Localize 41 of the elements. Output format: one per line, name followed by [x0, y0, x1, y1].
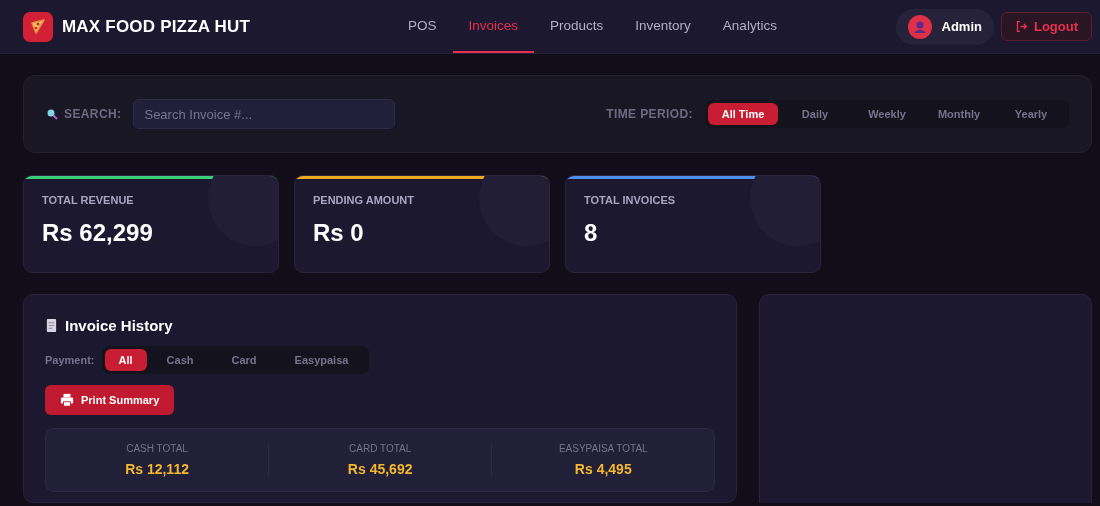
total-value: Rs 45,692: [346, 461, 414, 477]
payment-option[interactable]: Card: [213, 349, 275, 371]
nav-tab[interactable]: Products: [534, 0, 620, 53]
logout-icon: [1014, 20, 1028, 33]
stat-value: Rs 0: [313, 219, 365, 247]
total-value: Rs 4,495: [573, 461, 633, 477]
logout-button[interactable]: Logout: [1000, 12, 1092, 41]
receipt-icon: [45, 318, 58, 333]
stat-label: PENDING AMOUNT: [313, 194, 416, 206]
time-period-label: TIME PERIOD:: [606, 107, 693, 121]
period-option[interactable]: All Time: [708, 103, 778, 125]
stat-label: TOTAL INVOICES: [584, 194, 677, 206]
stat-label: TOTAL REVENUE: [42, 194, 135, 206]
period-option[interactable]: Yearly: [996, 103, 1066, 125]
total-label: EASYPAISA TOTAL: [557, 443, 649, 454]
payment-option[interactable]: All: [104, 349, 147, 371]
total-value: Rs 12,112: [124, 461, 190, 477]
nav-tab[interactable]: POS: [392, 0, 453, 53]
total-label: CASH TOTAL: [125, 443, 189, 454]
search-field[interactable]: Search Invoice #...: [133, 99, 396, 129]
avatar-icon: [907, 14, 932, 39]
user-badge[interactable]: Admin: [895, 8, 994, 45]
payment-label: Payment:: [45, 354, 95, 366]
period-option[interactable]: Weekly: [852, 103, 922, 125]
printer-icon: [60, 393, 74, 407]
total-label: CARD TOTAL: [348, 443, 413, 454]
app-title: MAX FOOD PIZZA HUT: [62, 16, 251, 37]
period-option[interactable]: Monthly: [924, 103, 994, 125]
period-option[interactable]: Daily: [780, 103, 850, 125]
section-title: Invoice History: [65, 317, 173, 334]
print-summary-button[interactable]: Print Summary: [45, 385, 175, 415]
nav-tab[interactable]: Analytics: [706, 0, 793, 53]
nav-tab[interactable]: Invoices: [452, 0, 535, 53]
payment-option[interactable]: Easypaisa: [276, 349, 367, 371]
payment-option[interactable]: Cash: [148, 349, 212, 371]
search-icon: [46, 108, 58, 120]
pizza-logo-icon: [23, 11, 53, 42]
search-label: SEARCH:: [64, 107, 122, 121]
stat-value: 8: [584, 219, 599, 247]
stat-value: Rs 62,299: [42, 219, 154, 247]
nav-tab[interactable]: Inventory: [619, 0, 707, 53]
